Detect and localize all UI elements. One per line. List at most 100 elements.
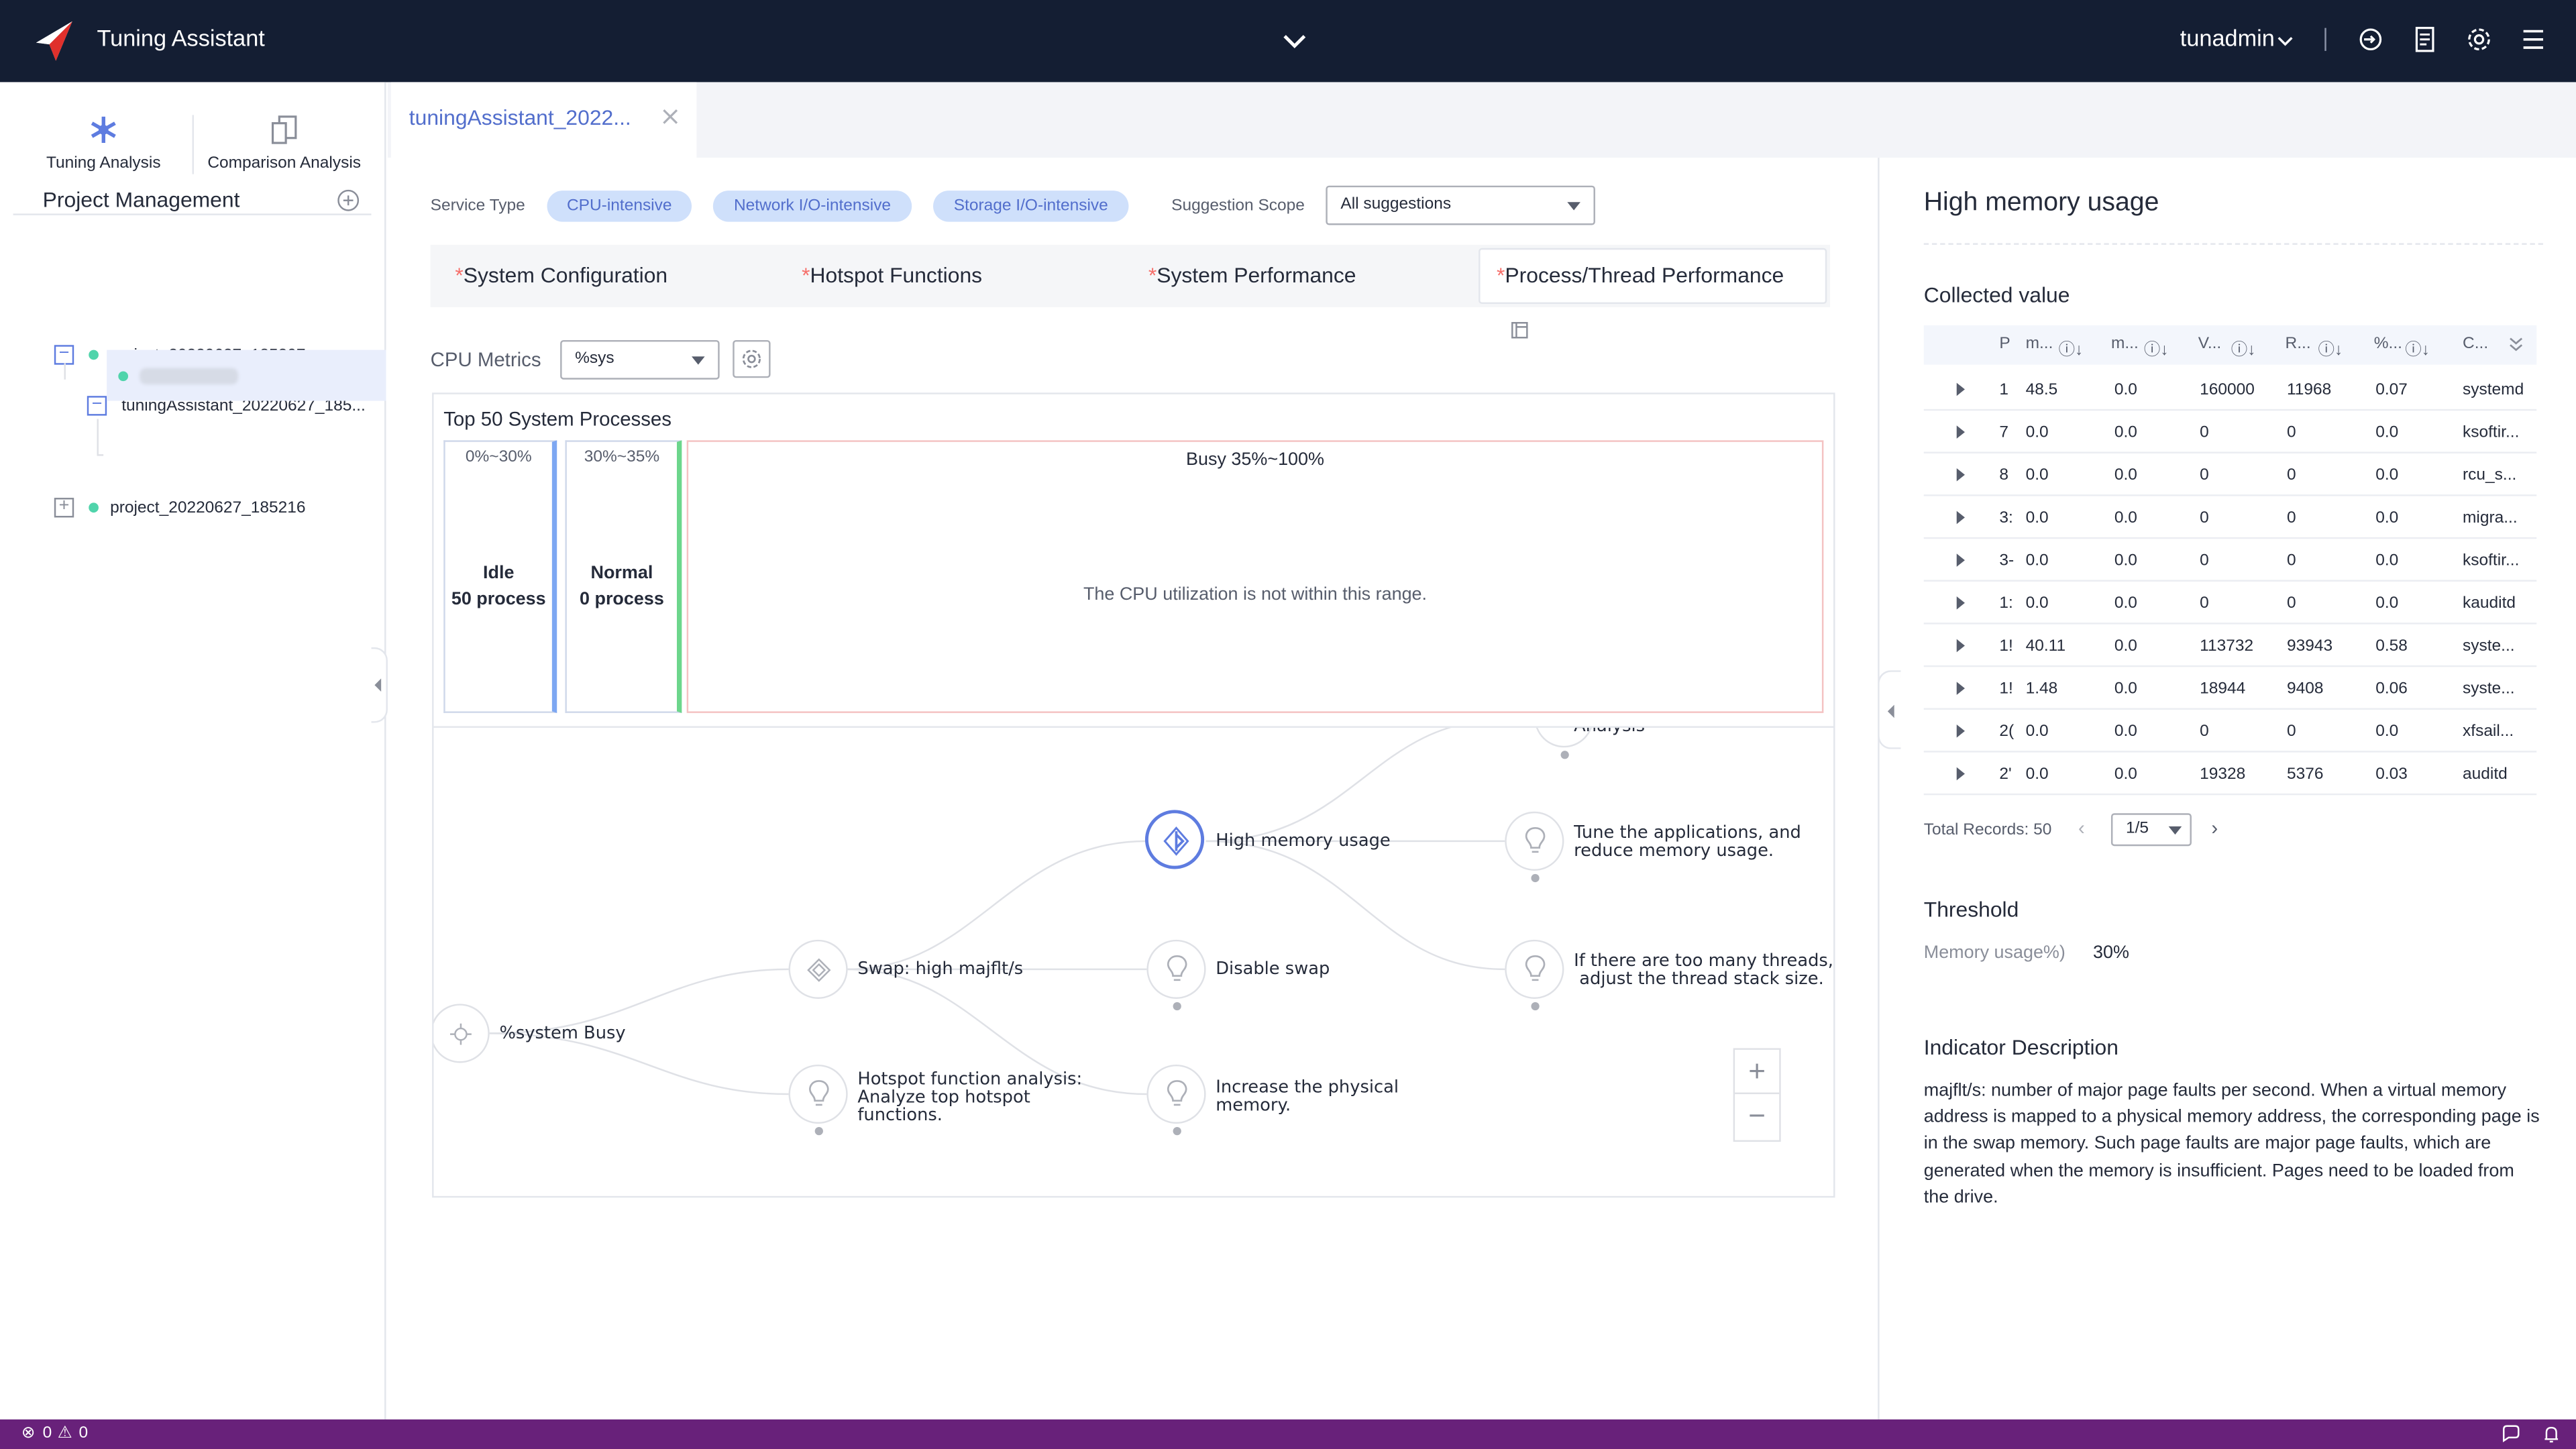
settings-gear-icon[interactable] [2464,25,2493,54]
suggestion-scope-select[interactable]: All suggestions [1326,185,1595,225]
column-header[interactable]: V... [2198,335,2222,354]
detail-collapse-handle[interactable] [1878,670,1901,749]
row-expand-icon[interactable] [1956,511,1965,525]
column-header[interactable]: R... [2286,335,2311,354]
help-icon[interactable]: ⓘ↓ [2231,335,2256,360]
graph-node-increase-memory[interactable] [1146,1064,1206,1136]
table-row[interactable]: 7 0.0 0.0 0 0 0.0 ksoftir... [1923,411,2537,453]
cell-vsz: 0 [2200,722,2209,741]
tab-process-thread-performance[interactable]: *Process/Thread Performance [1479,248,1827,338]
zoom-out-button[interactable]: − [1735,1094,1779,1138]
cell-command: xfsail... [2463,722,2514,741]
row-expand-icon[interactable] [1956,382,1965,396]
cell-rss: 0 [2286,466,2296,485]
tab-system-configuration[interactable]: *System Configuration [455,245,667,307]
cell-command: ksoftir... [2463,423,2520,442]
bell-icon[interactable] [2542,1424,2561,1444]
suggestion-graph[interactable]: Analysis %system Busy Swap: high majflt/… [433,726,1834,1195]
error-icon[interactable]: ⊗ [21,1424,36,1442]
graph-node-high-memory[interactable] [1144,810,1205,869]
graph-node-swap[interactable] [788,939,848,999]
range-normal[interactable]: 30%~35% Normal 0 process [565,440,682,713]
cell-majflt: 0.0 [2114,637,2137,656]
row-expand-icon[interactable] [1956,724,1965,738]
lightbulb-icon [1525,826,1546,853]
diamond-icon [807,958,831,982]
table-row[interactable]: 1! 1.48 0.0 18944 9408 0.06 syste... [1923,667,2537,710]
tree-item-project-2[interactable]: + project_20220627_185216 [54,483,306,532]
tab-hotspot-functions[interactable]: *Hotspot Functions [802,245,982,307]
document-icon[interactable] [2410,25,2440,54]
graph-node-thread-stack[interactable] [1505,939,1564,1011]
table-row[interactable]: 8 0.0 0.0 0 0 0.0 rcu_s... [1923,453,2537,496]
menu-icon[interactable] [2518,25,2548,54]
table-row[interactable]: 3: 0.0 0.0 0 0 0.0 migra... [1923,496,2537,539]
zoom-in-button[interactable]: + [1735,1050,1780,1095]
cpu-metrics-select[interactable]: %sys [560,339,720,380]
tab-label: Process/Thread Performance [1505,262,1784,288]
table-row[interactable]: 1! 40.11 0.0 113732 93943 0.58 syste... [1923,625,2537,667]
column-header[interactable]: m... [2026,335,2053,354]
tab-system-performance[interactable]: *System Performance [1148,245,1356,307]
cell-minflt: 0.0 [2025,765,2049,784]
column-header[interactable]: C... [2463,335,2488,354]
sidebar-collapse-handle[interactable] [371,647,388,723]
row-expand-icon[interactable] [1956,553,1965,567]
warning-icon[interactable]: ⚠ [58,1424,72,1442]
collapse-icon[interactable]: − [54,344,74,365]
required-marker: * [455,262,464,288]
help-icon[interactable]: ⓘ↓ [2144,335,2169,360]
tab-label: Tuning Analysis [46,154,161,173]
graph-node-disable-swap[interactable] [1146,939,1206,1011]
row-expand-icon[interactable] [1956,425,1965,439]
table-row[interactable]: 1 48.5 0.0 160000 11968 0.07 systemd [1923,368,2537,411]
row-expand-icon[interactable] [1956,596,1965,610]
column-header[interactable]: m... [2111,335,2139,354]
column-header[interactable]: P [1999,335,2010,354]
page-select[interactable]: 1/5 [2110,813,2192,847]
row-expand-icon[interactable] [1956,767,1965,781]
graph-node-label: Tune the applications, and reduce memory… [1574,824,1801,861]
table-row[interactable]: 2( 0.0 0.0 0 0 0.0 xfsail... [1923,710,2537,753]
user-menu[interactable]: tunadmin [2180,25,2275,51]
expand-all-icon[interactable] [2507,335,2525,354]
table-row[interactable]: 1: 0.0 0.0 0 0 0.0 kauditd [1923,582,2537,625]
comparison-icon [271,115,297,144]
column-header[interactable]: %... [2374,335,2402,354]
required-marker: * [1148,262,1157,288]
close-icon[interactable] [660,107,680,126]
logout-icon[interactable] [2356,25,2385,54]
tree-item-node[interactable] [118,350,239,401]
cell-majflt: 0.0 [2114,466,2137,485]
service-type-cpu[interactable]: CPU-intensive [547,191,692,222]
help-icon[interactable]: ⓘ↓ [2059,335,2084,360]
range-idle[interactable]: 0%~30% Idle 50 process [443,440,557,713]
add-project-icon[interactable] [337,189,360,212]
user-caret-icon[interactable] [2275,32,2295,51]
row-expand-icon[interactable] [1956,682,1965,695]
service-type-network[interactable]: Network I/O-intensive [712,191,912,222]
document-icon[interactable] [1510,319,1529,339]
graph-node-hotspot[interactable] [788,1064,848,1136]
feedback-icon[interactable] [2500,1424,2520,1444]
suggestion-scope-label: Suggestion Scope [1171,197,1305,215]
help-icon[interactable]: ⓘ↓ [2318,335,2343,360]
help-icon[interactable]: ⓘ↓ [2405,335,2430,360]
label-line: If there are too many threads, [1574,951,1833,971]
prev-page-icon[interactable]: ‹ [2078,816,2085,839]
file-tab[interactable]: tuningAssistant_2022... [390,82,697,158]
next-page-icon[interactable]: › [2211,816,2218,839]
row-expand-icon[interactable] [1956,468,1965,482]
service-type-storage[interactable]: Storage I/O-intensive [933,191,1129,222]
graph-node-tune-apps[interactable] [1505,811,1564,883]
tree-lines [64,363,104,456]
table-row[interactable]: 2' 0.0 0.0 19328 5376 0.03 auditd [1923,753,2537,796]
status-dot [89,502,99,513]
range-busy[interactable]: Busy 35%~100% The CPU utilization is not… [686,440,1824,713]
range-label: 0%~30% [465,448,532,467]
row-expand-icon[interactable] [1956,639,1965,653]
chevron-down-icon[interactable] [1280,26,1309,56]
metrics-settings-button[interactable] [733,339,771,378]
table-row[interactable]: 3- 0.0 0.0 0 0 0.0 ksoftir... [1923,539,2537,582]
expand-icon[interactable]: + [54,497,74,518]
